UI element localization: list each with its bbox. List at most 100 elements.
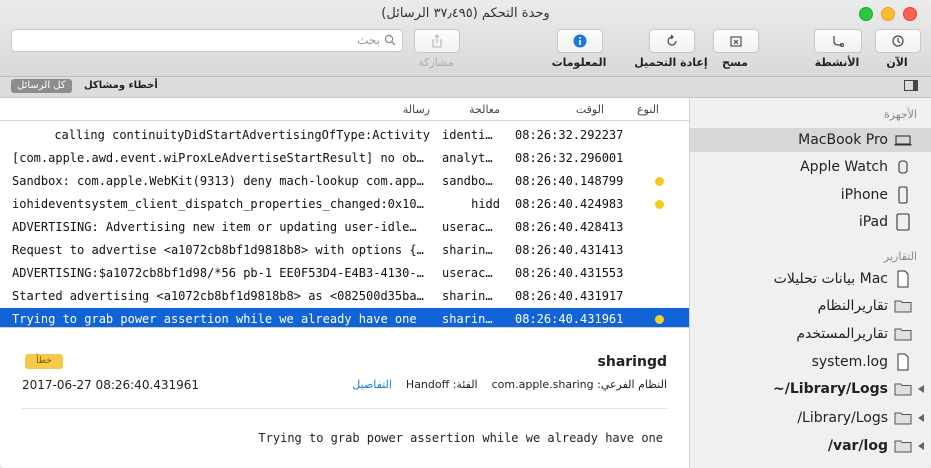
zoom-button[interactable] (859, 7, 873, 21)
col-process-header[interactable]: معالجة (469, 103, 500, 116)
search-placeholder: بحث (357, 33, 380, 47)
sidebar-item-system-reports[interactable]: تقاريرالنظام (690, 294, 931, 318)
table-row[interactable]: [com.apple.awd.event.wiProxLeAdvertiseSt… (0, 147, 689, 168)
col-message-header[interactable]: رسالة (403, 103, 430, 116)
sidebar-item-label: MacBook Pro (798, 132, 888, 148)
col-type-header[interactable]: النوع (637, 103, 659, 116)
table-row[interactable]: Started advertising <a1072cb8bf1d9818b8>… (0, 285, 689, 306)
now-icon (892, 35, 904, 47)
detail-metadata: النظام الفرعي: com.apple.sharing الفئة: … (352, 378, 667, 391)
table-row[interactable]: iohideventsystem_client_dispatch_propert… (0, 193, 689, 214)
sidebar-item-label: تقاريرالنظام (817, 298, 888, 314)
sidebar-item-user-library-logs[interactable]: ~/Library/Logs (690, 377, 931, 401)
sidebar-item-label: ~/Library/Logs (773, 381, 888, 397)
row-time: 08:26:40.431553 (515, 266, 624, 280)
table-row[interactable]: calling continuityDidStartAdvertisingOfT… (0, 124, 689, 145)
sidebar-item-label: /var/log (827, 438, 888, 454)
row-time: 08:26:40.431413 (515, 243, 624, 257)
filter-bar: كل الرسائل أخطاء ومشاكل (0, 77, 931, 98)
folder-icon (894, 325, 912, 343)
sidebar-item-system-log[interactable]: system.log (690, 350, 931, 374)
row-message: Trying to grab power assertion while we … (12, 312, 417, 326)
minimize-button[interactable] (881, 7, 895, 21)
all-messages-filter[interactable]: كل الرسائل (11, 79, 72, 93)
sidebar-item-mac-analytics[interactable]: بيانات تحليلات Mac (690, 267, 931, 291)
row-message: ADVERTISING: Advertising new item or upd… (12, 220, 417, 234)
sidebar-item-label: تقاريرالمستخدم (796, 326, 888, 342)
table-row[interactable]: Request to advertise <a1072cb8bf1d9818b8… (0, 239, 689, 260)
sidebar-item-label: بيانات تحليلات Mac (773, 271, 888, 287)
table-row-selected[interactable]: Trying to grab power assertion while we … (0, 308, 689, 329)
ipad-icon (894, 213, 912, 231)
warning-dot-icon (655, 200, 664, 209)
row-process: sharin… (442, 243, 493, 257)
category-label: الفئة: (452, 378, 478, 391)
info-button[interactable] (557, 29, 603, 53)
sidebar-item-macbook-pro[interactable]: MacBook Pro (690, 128, 931, 152)
folder-icon (894, 297, 912, 315)
now-button[interactable] (875, 29, 921, 53)
clear-button[interactable] (713, 29, 759, 53)
clear-icon (730, 36, 742, 47)
errors-faults-filter[interactable]: أخطاء ومشاكل (84, 79, 158, 93)
detail-process-name: sharingd (597, 354, 667, 370)
table-row[interactable]: ADVERTISING:$a1072cb8bf1d98/*56 pb-1 EE0… (0, 262, 689, 283)
iphone-icon (894, 186, 912, 204)
disclosure-triangle-icon[interactable] (918, 385, 924, 393)
search-field[interactable]: بحث (11, 29, 403, 52)
reload-icon (667, 34, 677, 46)
console-window: وحدة التحكم (٣٧٫٤٩٥ الرسائل) الآن الأنشط… (0, 0, 931, 468)
sidebar-item-user-reports[interactable]: تقاريرالمستخدم (690, 322, 931, 346)
row-process: userac… (442, 266, 493, 280)
activities-button[interactable] (814, 29, 862, 53)
row-time: 08:26:40.148799 (515, 174, 624, 188)
now-label: الآن (886, 56, 908, 69)
warning-dot-icon (655, 315, 664, 324)
reload-button[interactable] (649, 29, 695, 53)
detail-message: Trying to grab power assertion while we … (258, 431, 663, 445)
row-message: ADVERTISING:$a1072cb8bf1d98/*56 pb-1 EE0… (12, 266, 424, 280)
reload-label: إعادة التحميل (634, 56, 708, 69)
laptop-icon (894, 131, 912, 149)
document-icon (894, 270, 912, 288)
sidebar-item-iphone[interactable]: iPhone (690, 183, 931, 207)
details-link[interactable]: التفاصيل (352, 378, 392, 391)
sidebar-item-label: iPad (858, 214, 888, 230)
close-button[interactable] (903, 7, 917, 21)
row-time: 08:26:40.431917 (515, 289, 624, 303)
row-time: 08:26:40.424983 (515, 197, 624, 211)
table-row[interactable]: ADVERTISING: Advertising new item or upd… (0, 216, 689, 237)
activities-label: الأنشطة (814, 56, 860, 69)
folder-icon (894, 437, 912, 455)
watch-icon (894, 158, 912, 176)
row-message: Sandbox: com.apple.WebKit(9313) deny mac… (12, 174, 424, 188)
row-process: sandbo… (442, 174, 493, 188)
row-process: identi… (442, 128, 493, 142)
disclosure-triangle-icon[interactable] (918, 442, 924, 450)
disclosure-triangle-icon[interactable] (918, 414, 924, 422)
row-message: calling continuityDidStartAdvertisingOfT… (54, 128, 430, 142)
col-time-header[interactable]: الوقت (576, 103, 604, 116)
warning-dot-icon (655, 177, 664, 186)
row-time: 08:26:32.296001 (515, 151, 624, 165)
sidebar-item-library-logs[interactable]: /Library/Logs (690, 406, 931, 430)
share-button[interactable] (414, 29, 460, 53)
subsystem-label: النظام الفرعي: (597, 378, 667, 391)
clear-label: مسح (722, 56, 748, 69)
row-message: Started advertising <a1072cb8bf1d9818b8>… (12, 289, 424, 303)
info-icon (573, 34, 587, 48)
row-message: iohideventsystem_client_dispatch_propert… (12, 197, 424, 211)
sidebar-item-label: Apple Watch (800, 159, 888, 175)
sidebar-item-apple-watch[interactable]: Apple Watch (690, 155, 931, 179)
folder-icon (894, 409, 912, 427)
error-badge: خطأ (25, 354, 63, 369)
sidebar-item-label: system.log (811, 354, 888, 370)
sidebar-toggle-icon[interactable] (904, 80, 918, 91)
table-header: النوع الوقت معالجة رسالة (0, 98, 689, 121)
activities-icon (833, 36, 845, 48)
window-controls (859, 7, 917, 21)
sidebar-item-var-log[interactable]: /var/log (690, 434, 931, 458)
category-value: Handoff (405, 378, 450, 391)
table-row[interactable]: Sandbox: com.apple.WebKit(9313) deny mac… (0, 170, 689, 191)
sidebar-item-ipad[interactable]: iPad (690, 210, 931, 234)
